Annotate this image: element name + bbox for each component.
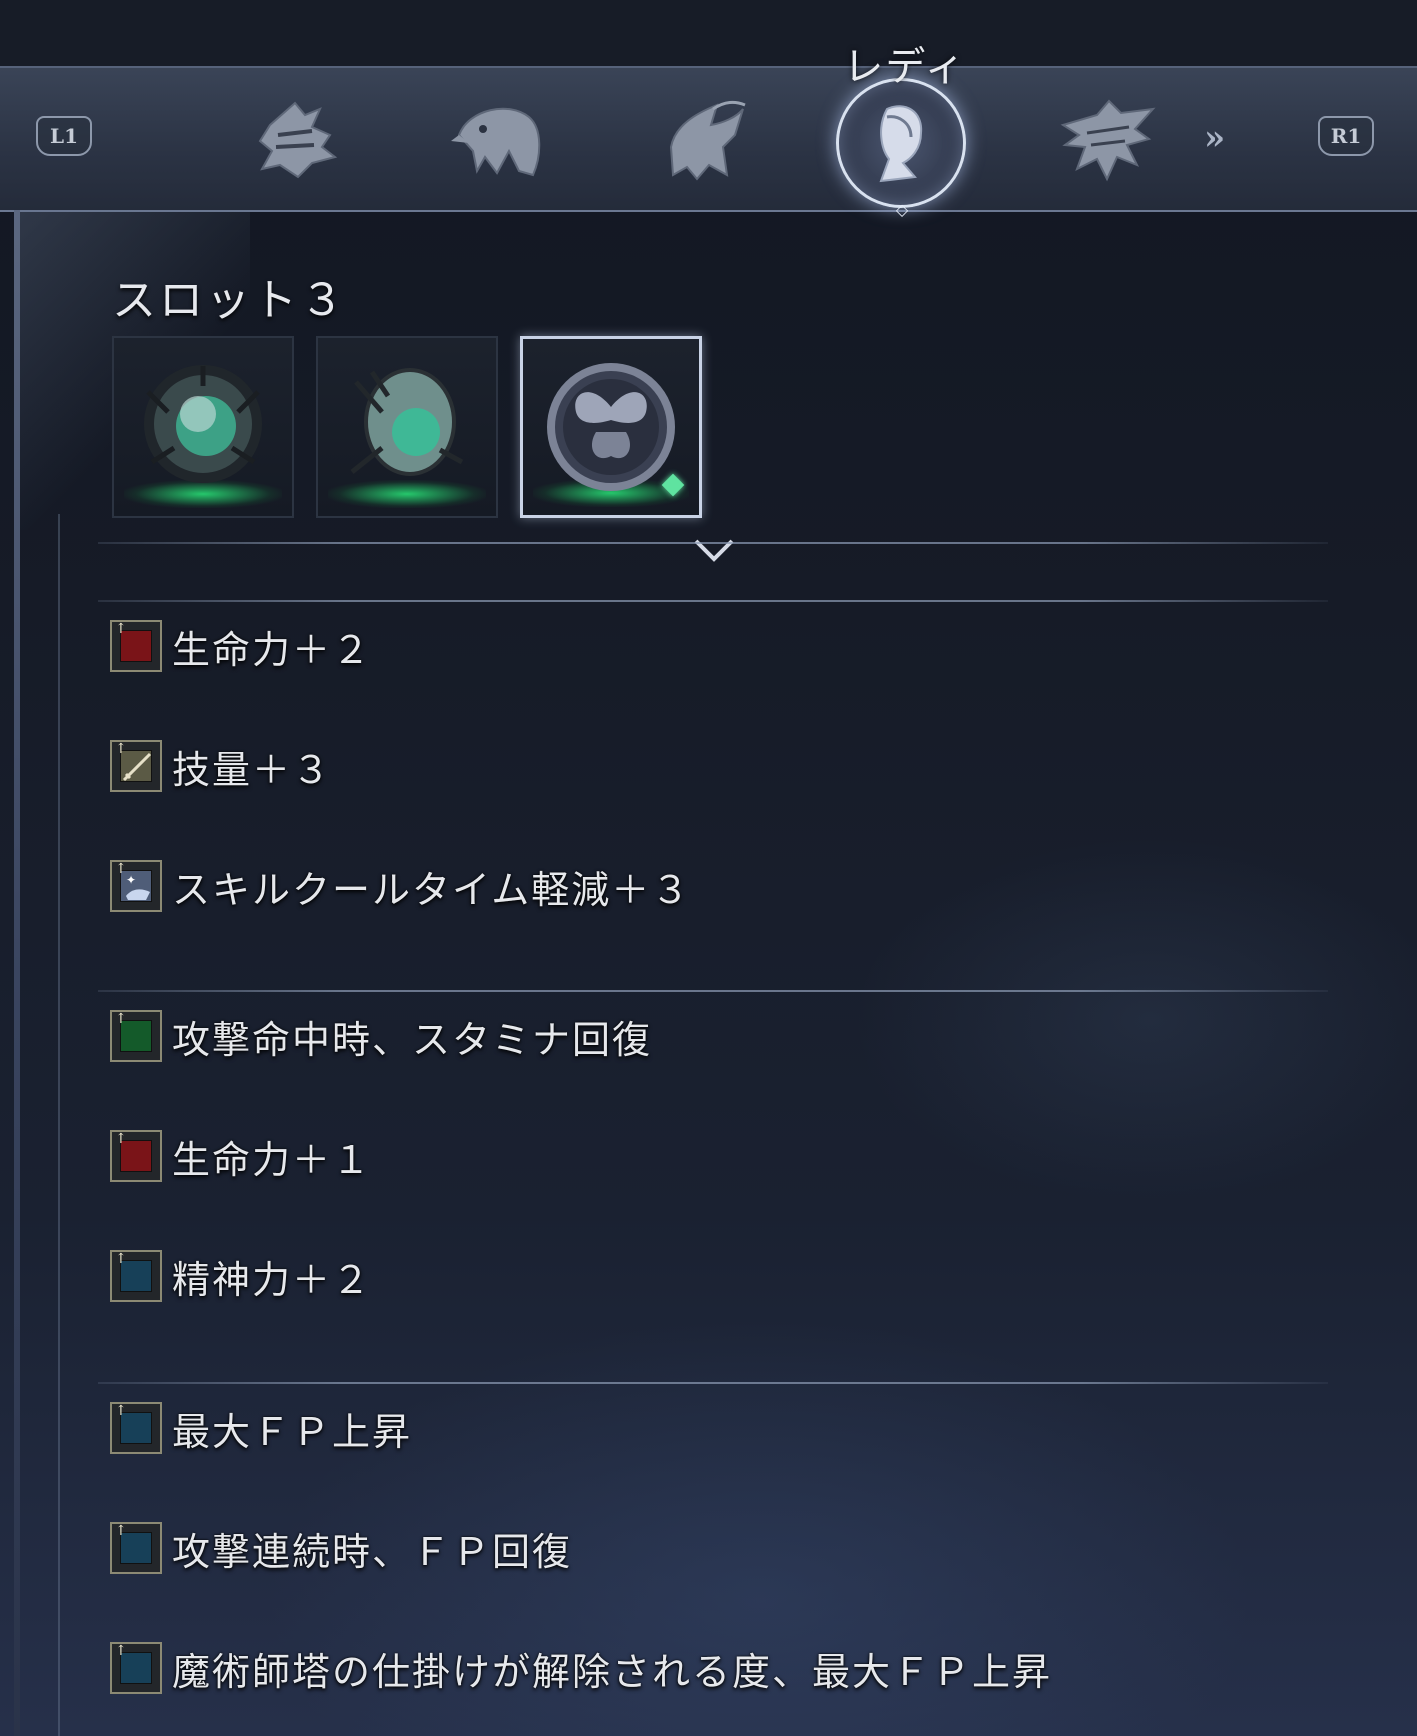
skill-hand-icon: ✦ ↑	[110, 860, 162, 912]
blue-square-icon: ↑	[110, 1402, 162, 1454]
effect-row: ↑ 魔術師塔の仕掛けが解除される度、最大ＦＰ上昇	[110, 1640, 1052, 1696]
left-frame-line	[58, 514, 60, 1736]
lady-portrait-icon	[879, 105, 923, 183]
l1-button[interactable]: L1	[36, 116, 92, 156]
effect-row: ↑ 生命力＋１	[110, 1128, 372, 1184]
tab-lady[interactable]	[846, 92, 956, 192]
tab-duchess[interactable]	[648, 90, 758, 190]
relic-slot-1[interactable]	[112, 336, 294, 518]
effect-row: ✦ ↑ スキルクールタイム軽減＋３	[110, 858, 691, 914]
top-shade	[0, 0, 1417, 66]
active-tab-title: レディ	[843, 44, 967, 90]
effect-row: ↑ 技量＋３	[110, 738, 332, 794]
sword-icon: ↑	[110, 740, 162, 792]
effect-text: 攻撃命中時、スタミナ回復	[172, 1017, 653, 1062]
divider	[98, 600, 1328, 602]
hooded-figure-icon	[669, 100, 746, 181]
vigor-icon: ↑	[110, 620, 162, 672]
effect-text: 精神力＋２	[172, 1257, 373, 1302]
effect-row: ↑ 最大ＦＰ上昇	[110, 1400, 412, 1456]
mind-icon: ↑	[110, 1250, 162, 1302]
effect-text: 最大ＦＰ上昇	[172, 1409, 413, 1454]
relic-slot-3[interactable]	[520, 336, 702, 518]
helmet-icon	[258, 101, 338, 179]
divider	[98, 542, 1328, 544]
thorn-egg-relic-icon	[350, 368, 464, 476]
next-tab-arrow-icon[interactable]: »	[1204, 118, 1225, 158]
blue-square-icon: ↑	[110, 1642, 162, 1694]
thorn-nest-relic-icon	[144, 365, 262, 483]
effect-text: 生命力＋２	[172, 627, 373, 672]
bird-head-icon	[451, 107, 541, 177]
divider	[98, 1382, 1328, 1384]
vigor-icon: ↑	[110, 1130, 162, 1182]
divider	[98, 990, 1328, 992]
effect-text: 生命力＋１	[172, 1137, 373, 1182]
tab-guardian[interactable]	[444, 90, 554, 190]
effect-text: 攻撃連続時、ＦＰ回復	[172, 1529, 573, 1574]
blue-square-icon: ↑	[110, 1522, 162, 1574]
effect-text: 技量＋３	[172, 747, 333, 792]
effect-row: ↑ 生命力＋２	[110, 618, 372, 674]
winged-beast-icon	[1060, 99, 1156, 182]
r1-button[interactable]: R1	[1318, 116, 1374, 156]
effect-text: スキルクールタイム軽減＋３	[172, 867, 692, 912]
relic-screen: L1 R1 レディ ◇ » スロット３ ↑ 生命力＋２ ↑ 技量＋３ ✦ ↑ ス…	[0, 0, 1417, 1736]
tab-beast[interactable]	[1052, 90, 1162, 190]
effect-row: ↑ 攻撃連続時、ＦＰ回復	[110, 1520, 572, 1576]
effect-text: 魔術師塔の仕掛けが解除される度、最大ＦＰ上昇	[172, 1649, 1053, 1694]
active-tab-marker-icon: ◇	[895, 200, 909, 219]
effect-row: ↑ 精神力＋２	[110, 1248, 372, 1304]
svg-text:✦: ✦	[126, 873, 136, 887]
left-frame-bar	[14, 210, 20, 1736]
moth-medallion-relic-icon	[547, 363, 675, 491]
effect-row: ↑ 攻撃命中時、スタミナ回復	[110, 1008, 652, 1064]
slot-title: スロット３	[112, 275, 347, 326]
relic-slot-2[interactable]	[316, 336, 498, 518]
chevron-down-icon[interactable]	[692, 535, 736, 565]
green-square-icon: ↑	[110, 1010, 162, 1062]
tab-wylder[interactable]	[245, 90, 355, 190]
